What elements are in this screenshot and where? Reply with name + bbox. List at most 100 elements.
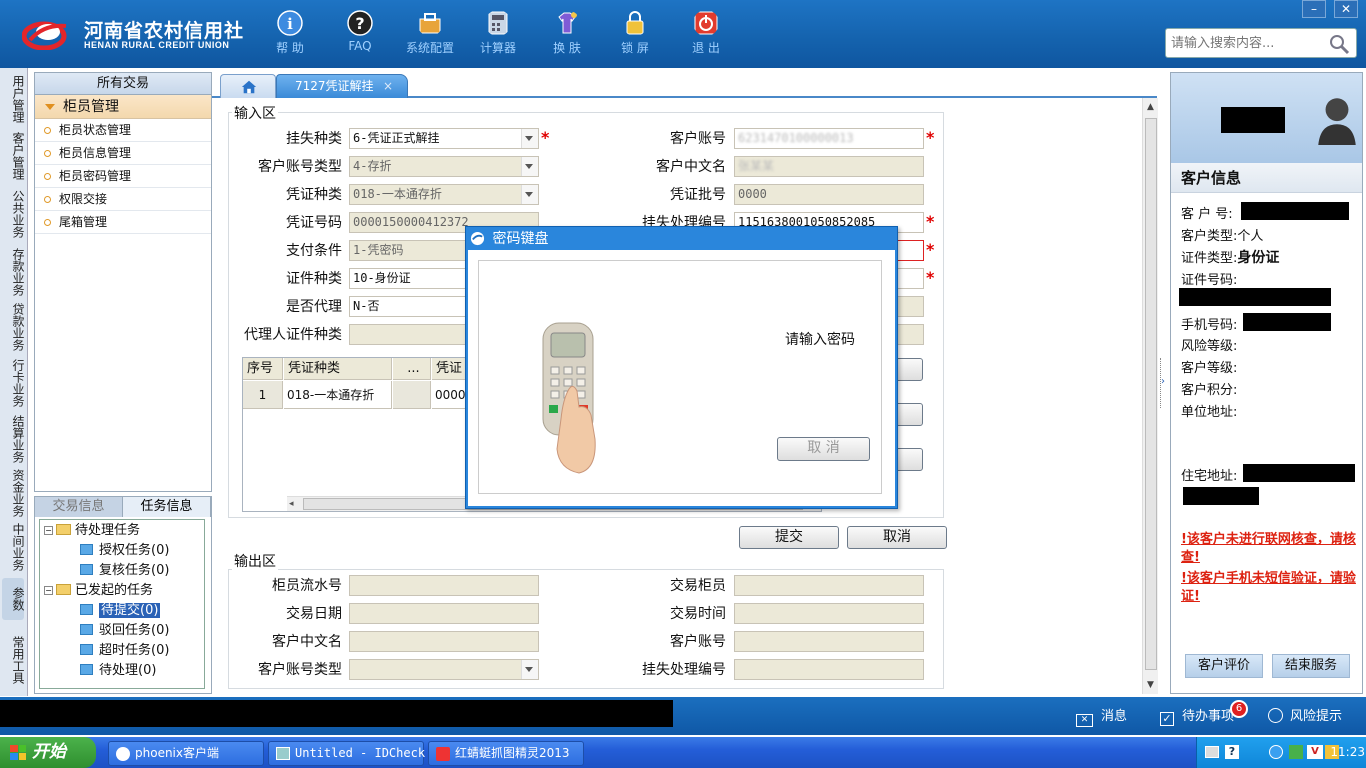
tree-node-timeout[interactable]: 超时任务(0) (80, 642, 169, 660)
grid-header-more[interactable]: ... (393, 358, 431, 380)
tree-node-review-tasks[interactable]: 复核任务(0) (80, 562, 169, 580)
exit-button[interactable]: 退 出 (676, 8, 736, 64)
tree-node-rejected[interactable]: 驳回任务(0) (80, 622, 169, 640)
top-banner: 河南省农村信用社 HENAN RURAL CREDIT UNION i 帮 助 … (0, 0, 1366, 68)
tab-transaction-info[interactable]: 交易信息 (35, 497, 123, 517)
faq-button[interactable]: ? FAQ (330, 8, 390, 64)
vnav-public-business[interactable]: 公共业务 (2, 186, 25, 242)
vnav-deposit-business[interactable]: 存款业务 (2, 244, 25, 300)
scroll-down-icon[interactable]: ▼ (1147, 680, 1154, 690)
transaction-date-field (349, 603, 539, 624)
dialog-cancel-button[interactable]: 取 消 (777, 437, 870, 461)
dialog-titlebar[interactable]: 密码键盘 (470, 229, 548, 249)
scroll-left-icon[interactable]: ◂ (289, 499, 294, 509)
voucher-type-select[interactable]: 018-一本通存折 (349, 184, 539, 205)
help-tray-icon[interactable]: ? (1225, 745, 1239, 759)
output-loss-number-field (734, 659, 924, 680)
voucher-batch-field[interactable]: 0000 (734, 184, 924, 205)
menu-item-teller-info[interactable]: 柜员信息管理 (35, 142, 211, 165)
close-window-button[interactable]: ✕ (1334, 0, 1358, 18)
lock-screen-label: 锁 屏 (621, 41, 649, 55)
menu-item-teller-status[interactable]: 柜员状态管理 (35, 119, 211, 142)
start-button[interactable]: 开始 (0, 737, 96, 768)
tab-task-info[interactable]: 任务信息 (123, 497, 211, 517)
end-service-button[interactable]: 结束服务 (1272, 654, 1350, 678)
messages-button[interactable]: ✕ 消息 (1076, 705, 1127, 727)
faq-label: FAQ (348, 39, 372, 53)
network-icon[interactable] (1289, 745, 1303, 759)
tree-node-auth-tasks[interactable]: 授权任务(0) (80, 542, 169, 560)
redacted-mobile (1243, 313, 1331, 331)
risk-alert-button[interactable]: 风险提示 (1268, 705, 1342, 724)
home-tab[interactable] (220, 74, 276, 98)
search-icon[interactable] (1328, 33, 1350, 55)
keyboard-icon[interactable] (1205, 746, 1219, 758)
tree-node-to-submit[interactable]: 待提交(0) (80, 602, 161, 620)
output-account-type-select[interactable] (349, 659, 539, 680)
submit-button[interactable]: 提交 (739, 526, 839, 549)
search-input[interactable] (1166, 29, 1326, 57)
vnav-card-business[interactable]: 行卡业务 (2, 356, 25, 410)
vnav-settlement-business[interactable]: 结算业务 (2, 412, 25, 466)
vnav-customer-management[interactable]: 客户管理 (2, 128, 25, 184)
document-icon (80, 644, 93, 655)
content-vertical-scrollbar[interactable]: ▲ ▼ (1142, 98, 1158, 694)
taskbar-item-phoenix[interactable]: phoenix客户端 (108, 741, 264, 766)
calculator-button[interactable]: 计算器 (468, 8, 528, 64)
tab-7127-voucher-unlock[interactable]: 7127凭证解挂 × (276, 74, 408, 98)
change-skin-button[interactable]: 换 肤 (537, 8, 597, 64)
collapse-arrow-icon[interactable]: › (1161, 376, 1165, 387)
help-button[interactable]: i 帮 助 (260, 8, 320, 64)
grid-header-voucher-type[interactable]: 凭证种类 (284, 358, 392, 380)
customer-account-field[interactable]: 6231470100000013 (734, 128, 924, 149)
customer-type-row: 客户类型:个人 (1181, 229, 1264, 244)
content-scroll-thumb[interactable] (1145, 118, 1157, 670)
task-panel: 交易信息 任务信息 − 待处理任务 授权任务(0) 复核任务(0) − 已发起的任务… (34, 496, 212, 694)
cancel-button[interactable]: 取消 (847, 526, 947, 549)
menu-item-tail-box[interactable]: 尾箱管理 (35, 211, 211, 234)
account-type-select[interactable]: 4-存折 (349, 156, 539, 177)
grid-cell-extra[interactable] (393, 381, 431, 409)
grid-cell-no[interactable]: 1 (243, 381, 283, 409)
todo-button[interactable]: ✓ 待办事项 (1160, 705, 1234, 726)
loss-type-select[interactable]: 6-凭证正式解挂 (349, 128, 539, 149)
system-config-button[interactable]: 系统配置 (400, 8, 460, 64)
tree-node-pending-tasks[interactable]: − 待处理任务 (44, 522, 140, 540)
todo-count-badge: 6 (1230, 700, 1248, 718)
avatar-icon (1318, 98, 1356, 145)
label-output-customer-name: 客户中文名 (272, 634, 342, 650)
menu-item-permission-handover[interactable]: 权限交接 (35, 188, 211, 211)
back-arrow-icon[interactable] (1269, 745, 1283, 759)
teller-management-group[interactable]: 柜员管理 (35, 95, 211, 119)
customer-evaluation-button[interactable]: 客户评价 (1185, 654, 1263, 678)
vnav-parameters[interactable]: 参数 (2, 578, 25, 620)
menu-item-teller-password[interactable]: 柜员密码管理 (35, 165, 211, 188)
vnav-loan-business[interactable]: 贷款业务 (2, 300, 25, 354)
grid-header-no[interactable]: 序号 (243, 358, 283, 380)
search-box[interactable] (1165, 28, 1357, 58)
close-tab-icon[interactable]: × (383, 75, 393, 97)
tree-node-initiated-tasks[interactable]: − 已发起的任务 (44, 582, 153, 600)
tree-node-to-process[interactable]: 待处理(0) (80, 662, 156, 680)
panel-splitter[interactable]: › (1158, 358, 1168, 408)
vnav-user-management[interactable]: 用户管理 (2, 72, 25, 126)
warning-sms-verify[interactable]: !该客户手机未短信验证，请验证! (1181, 570, 1357, 606)
vnav-intermediate-business[interactable]: 中间业务 (2, 520, 25, 574)
taskbar-item-screenshot-tool[interactable]: 红蜻蜓抓图精灵2013 (428, 741, 584, 766)
vc-tray-icon[interactable]: V (1307, 745, 1323, 759)
warning-network-check[interactable]: !该客户未进行联网核查，请核查! (1181, 531, 1357, 567)
redacted-home-address-2 (1183, 487, 1259, 505)
scroll-up-icon[interactable]: ▲ (1147, 102, 1154, 112)
lock-screen-button[interactable]: 锁 屏 (605, 8, 665, 64)
taskbar-item-idcheck[interactable]: Untitled - IDCheck (268, 741, 425, 766)
minimize-button[interactable]: – (1302, 0, 1326, 18)
customer-name-field[interactable]: 张某某 (734, 156, 924, 177)
all-transactions-header[interactable]: 所有交易 (35, 73, 211, 95)
label-output-account: 客户账号 (670, 634, 726, 650)
vnav-common-tools[interactable]: 常用工具 (2, 630, 25, 690)
vnav-fund-business[interactable]: 资金业务 (2, 466, 25, 520)
grid-cell-voucher-type[interactable]: 018-一本通存折 (284, 381, 392, 409)
label-payment-condition: 支付条件 (286, 243, 342, 259)
shirt-icon (558, 12, 577, 34)
clock[interactable]: 11:23 (1327, 745, 1365, 759)
